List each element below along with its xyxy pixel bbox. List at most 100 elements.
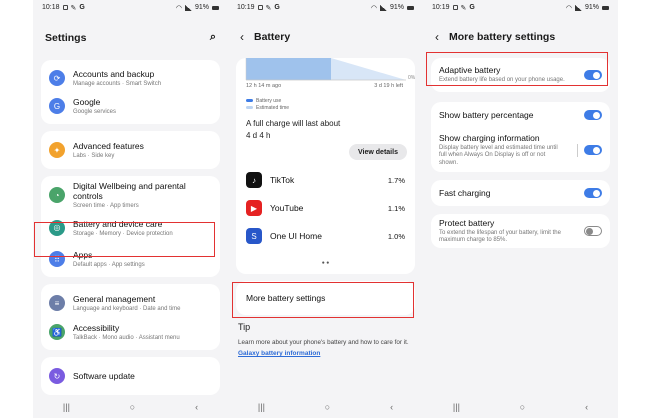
back-button[interactable]: ‹ [585, 402, 588, 412]
settings-group: ≡ General management Language and keyboard… [41, 284, 220, 350]
toggle-switch[interactable] [584, 145, 602, 155]
settings-item-label: Digital Wellbeing and parental controls [73, 181, 186, 201]
settings-item[interactable]: ↻ Software update [41, 361, 220, 391]
home-button[interactable]: ○ [130, 402, 135, 412]
app-name: One UI Home [270, 231, 322, 241]
battery-option-card: Protect battery To extend the lifespan of… [431, 214, 610, 248]
settings-screen: 10:18 ✎ G ◠ 91% Settings ⌕ ⟳ Accounts and ba… [33, 0, 228, 418]
app-usage-row[interactable]: S One UI Home 1.0% [236, 222, 415, 250]
signal-icon [379, 4, 387, 11]
settings-item-sub: Labs · Side key [73, 153, 115, 159]
toggle-knob [593, 189, 600, 197]
youtube-icon: ▶ [246, 200, 262, 216]
screenshot-stage: 10:18 ✎ G ◠ 91% Settings ⌕ ⟳ Accounts and ba… [0, 0, 650, 418]
view-details-button[interactable]: View details [349, 144, 407, 160]
status-bar: 10:19 ✎ G ◠ 91% [423, 0, 618, 15]
settings-item-sub: Google services [73, 109, 117, 115]
back-button[interactable]: ‹ [195, 402, 198, 412]
navigation-bar: ||| ○ ‹ [33, 396, 228, 418]
oneui-home-icon: S [246, 228, 262, 244]
settings-item-sub: Language and keyboard · Date and time [73, 306, 181, 312]
battery-percent: 91% [389, 4, 404, 11]
app-usage-list: ♪ TikTok 1.7% ▶ YouTube 1.1% S One UI Home 1.0% [236, 166, 415, 250]
battery-option-text: Protect battery To extend the lifespan of… [439, 218, 584, 245]
home-button[interactable]: ○ [325, 402, 330, 412]
settings-item[interactable]: ⟳ Accounts and backup Manage accounts · Sm… [41, 64, 220, 92]
star-icon: ✦ [49, 142, 65, 158]
legend-swatch-use [246, 99, 253, 102]
toggle-switch[interactable] [584, 110, 602, 120]
battery-option-row[interactable]: Show charging information Display battery… [431, 128, 610, 172]
battery-option-text: Show battery percentage [439, 110, 584, 120]
back-arrow-icon[interactable]: ‹ [435, 30, 439, 44]
settings-item[interactable]: ♿ Accessibility TalkBack · Mono audio · As… [41, 318, 220, 346]
graph-legend: Battery use Estimated time [246, 98, 289, 112]
battery-option-row[interactable]: Fast charging [431, 180, 610, 206]
tip-text: Learn more about your phone's battery an… [238, 339, 409, 346]
settings-item[interactable]: G Google Google services [41, 92, 220, 120]
search-icon[interactable]: ⌕ [210, 31, 216, 44]
legend-swatch-estimated [246, 106, 253, 109]
page-title: Battery [254, 30, 291, 43]
charge-estimate-text: A full charge will last about [246, 119, 341, 128]
settings-item-text: Accessibility TalkBack · Mono audio · Ass… [73, 323, 180, 341]
settings-item[interactable]: ◔ Digital Wellbeing and parental controls… [41, 180, 220, 210]
battery-option-description: Display battery level and estimated time… [439, 144, 558, 166]
tool-notification-icon: ✎ [460, 4, 467, 12]
battery-option-card: Show charging information Display battery… [431, 128, 610, 172]
back-button[interactable]: ‹ [390, 402, 393, 412]
charge-estimate-value: 4 d 4 h [246, 131, 271, 140]
toggle-switch[interactable] [584, 226, 602, 236]
settings-item-label: Accessibility [73, 323, 120, 333]
page-title: Settings [45, 31, 87, 44]
divider [577, 143, 578, 157]
highlight-more-battery-settings [232, 282, 414, 318]
app-usage-row[interactable]: ♪ TikTok 1.7% [236, 166, 415, 194]
navigation-bar: ||| ○ ‹ [228, 396, 423, 418]
tool-notification-icon: ✎ [70, 4, 77, 12]
highlight-adaptive-battery [426, 52, 608, 86]
battery-option-row[interactable]: Show battery percentage [431, 102, 610, 128]
app-name: TikTok [270, 175, 295, 185]
back-arrow-icon[interactable]: ‹ [240, 30, 244, 44]
settings-item[interactable]: ✦ Advanced features Labs · Side key [41, 135, 220, 165]
galaxy-battery-info-link[interactable]: Galaxy battery information [238, 350, 413, 357]
accessibility-icon: ♿ [49, 324, 65, 340]
gallery-notification-icon [257, 5, 263, 10]
settings-item[interactable]: ≡ General management Language and keyboard… [41, 288, 220, 318]
battery-icon [602, 5, 609, 10]
gallery-notification-icon [452, 5, 458, 10]
status-time: 10:19 [237, 4, 255, 11]
recents-button[interactable]: ||| [258, 402, 265, 412]
battery-icon [407, 5, 414, 10]
wellbeing-icon: ◔ [49, 187, 65, 203]
graph-end-label: 3 d 19 h left [374, 83, 403, 89]
navigation-bar: ||| ○ ‹ [423, 396, 618, 418]
app-name: YouTube [270, 203, 304, 213]
app-usage-row[interactable]: ▶ YouTube 1.1% [236, 194, 415, 222]
wifi-icon: ◠ [175, 4, 182, 12]
highlight-battery-and-device-care [34, 222, 215, 257]
battery-option-label: Fast charging [439, 188, 491, 198]
settings-group: ✦ Advanced features Labs · Side key [41, 131, 220, 169]
tiktok-icon: ♪ [246, 172, 262, 188]
toggle-switch[interactable] [584, 188, 602, 198]
legend-battery-use: Battery use [256, 98, 282, 104]
settings-header: Settings ⌕ [33, 15, 228, 60]
settings-item-sub: Manage accounts · Smart Switch [73, 81, 162, 87]
battery-option-row[interactable]: Protect battery To extend the lifespan of… [431, 214, 610, 248]
recents-button[interactable]: ||| [453, 402, 460, 412]
home-button[interactable]: ○ [520, 402, 525, 412]
wifi-icon: ◠ [370, 4, 377, 12]
settings-item-text: Digital Wellbeing and parental controls S… [73, 181, 212, 209]
settings-group: ⟳ Accounts and backup Manage accounts · Sm… [41, 60, 220, 124]
signal-icon [184, 4, 192, 11]
battery-option-description: To extend the lifespan of your battery, … [439, 229, 561, 244]
recents-button[interactable]: ||| [63, 402, 70, 412]
battery-option-label: Show charging information [439, 132, 540, 143]
battery-usage-card: 0% 12 h 14 m ago 3 d 19 h left Battery u… [236, 58, 415, 274]
battery-option-card: Fast charging [431, 180, 610, 206]
wifi-icon: ◠ [565, 4, 572, 12]
battery-icon [212, 5, 219, 10]
update-icon: ↻ [49, 368, 65, 384]
